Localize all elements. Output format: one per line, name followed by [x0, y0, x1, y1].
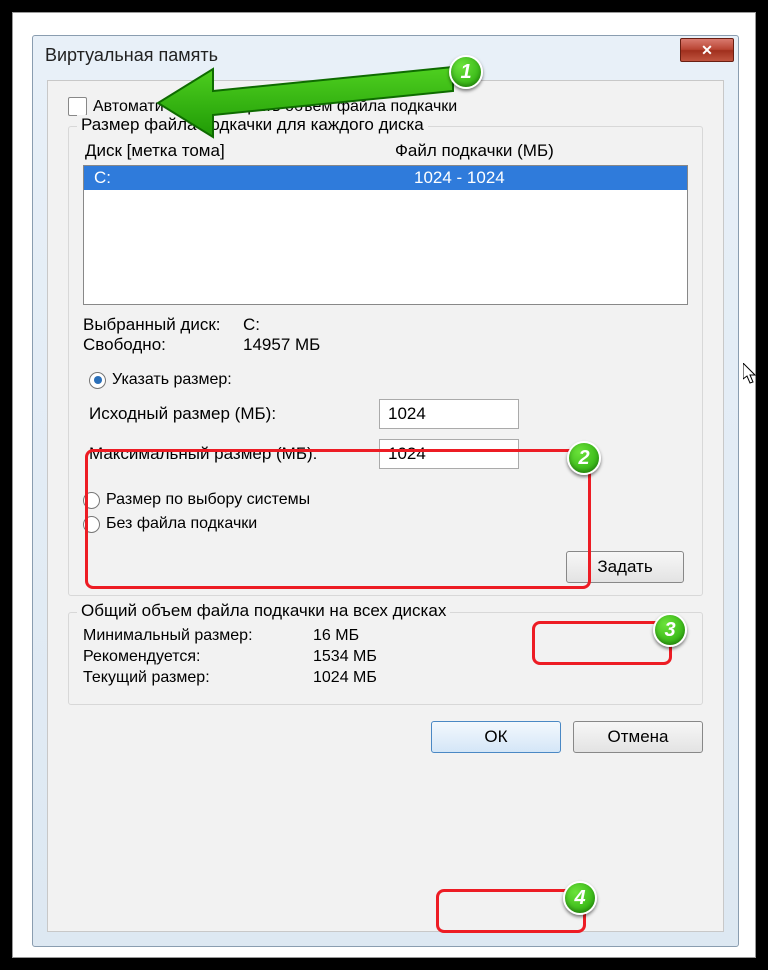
cur-label: Текущий размер: [83, 669, 313, 687]
min-label: Минимальный размер: [83, 627, 313, 645]
min-value: 16 МБ [313, 627, 359, 645]
rec-label: Рекомендуется: [83, 648, 313, 666]
max-size-input[interactable] [379, 439, 519, 469]
initial-size-input[interactable] [379, 399, 519, 429]
pagefile-group: Размер файла подкачки для каждого диска … [68, 126, 703, 596]
initial-size-label: Исходный размер (МБ): [89, 404, 379, 424]
selected-drive-label: Выбранный диск: [83, 315, 243, 335]
marker-4: 4 [563, 881, 597, 915]
custom-size-radio[interactable] [89, 372, 106, 389]
cancel-button[interactable]: Отмена [573, 721, 703, 753]
set-button[interactable]: Задать [566, 551, 684, 583]
system-managed-radio[interactable] [83, 492, 100, 509]
auto-manage-checkbox[interactable] [68, 97, 87, 116]
arrow-icon [153, 57, 473, 147]
marker-1: 1 [449, 55, 483, 89]
cursor-icon [743, 363, 759, 385]
selected-drive-value: C: [243, 315, 260, 335]
no-pagefile-radio[interactable] [83, 516, 100, 533]
totals-legend: Общий объем файла подкачки на всех диска… [77, 601, 450, 621]
drive-list[interactable]: C: 1024 - 1024 [83, 165, 688, 305]
free-space-value: 14957 МБ [243, 335, 320, 355]
rec-value: 1534 МБ [313, 648, 377, 666]
custom-size-row[interactable]: Указать размер: [89, 371, 682, 389]
close-button[interactable]: ✕ [680, 38, 734, 62]
drive-name: C: [94, 168, 414, 188]
free-space-label: Свободно: [83, 335, 243, 355]
drive-row[interactable]: C: 1024 - 1024 [84, 166, 687, 190]
close-icon: ✕ [701, 42, 713, 59]
ok-button[interactable]: ОК [431, 721, 561, 753]
max-size-label: Максимальный размер (МБ): [89, 444, 379, 464]
no-pagefile-row[interactable]: Без файла подкачки [83, 515, 688, 533]
custom-size-label: Указать размер: [112, 371, 232, 389]
marker-2: 2 [567, 441, 601, 475]
system-managed-label: Размер по выбору системы [106, 491, 310, 509]
virtual-memory-window: Виртуальная память ✕ Автоматически выбир… [32, 35, 739, 947]
marker-3: 3 [653, 613, 687, 647]
cur-value: 1024 МБ [313, 669, 377, 687]
totals-group: Общий объем файла подкачки на всех диска… [68, 612, 703, 705]
drive-size: 1024 - 1024 [414, 168, 505, 188]
no-pagefile-label: Без файла подкачки [106, 515, 257, 533]
system-managed-row[interactable]: Размер по выбору системы [83, 491, 688, 509]
dialog-body: Автоматически выбирать объем файла подка… [47, 80, 724, 932]
